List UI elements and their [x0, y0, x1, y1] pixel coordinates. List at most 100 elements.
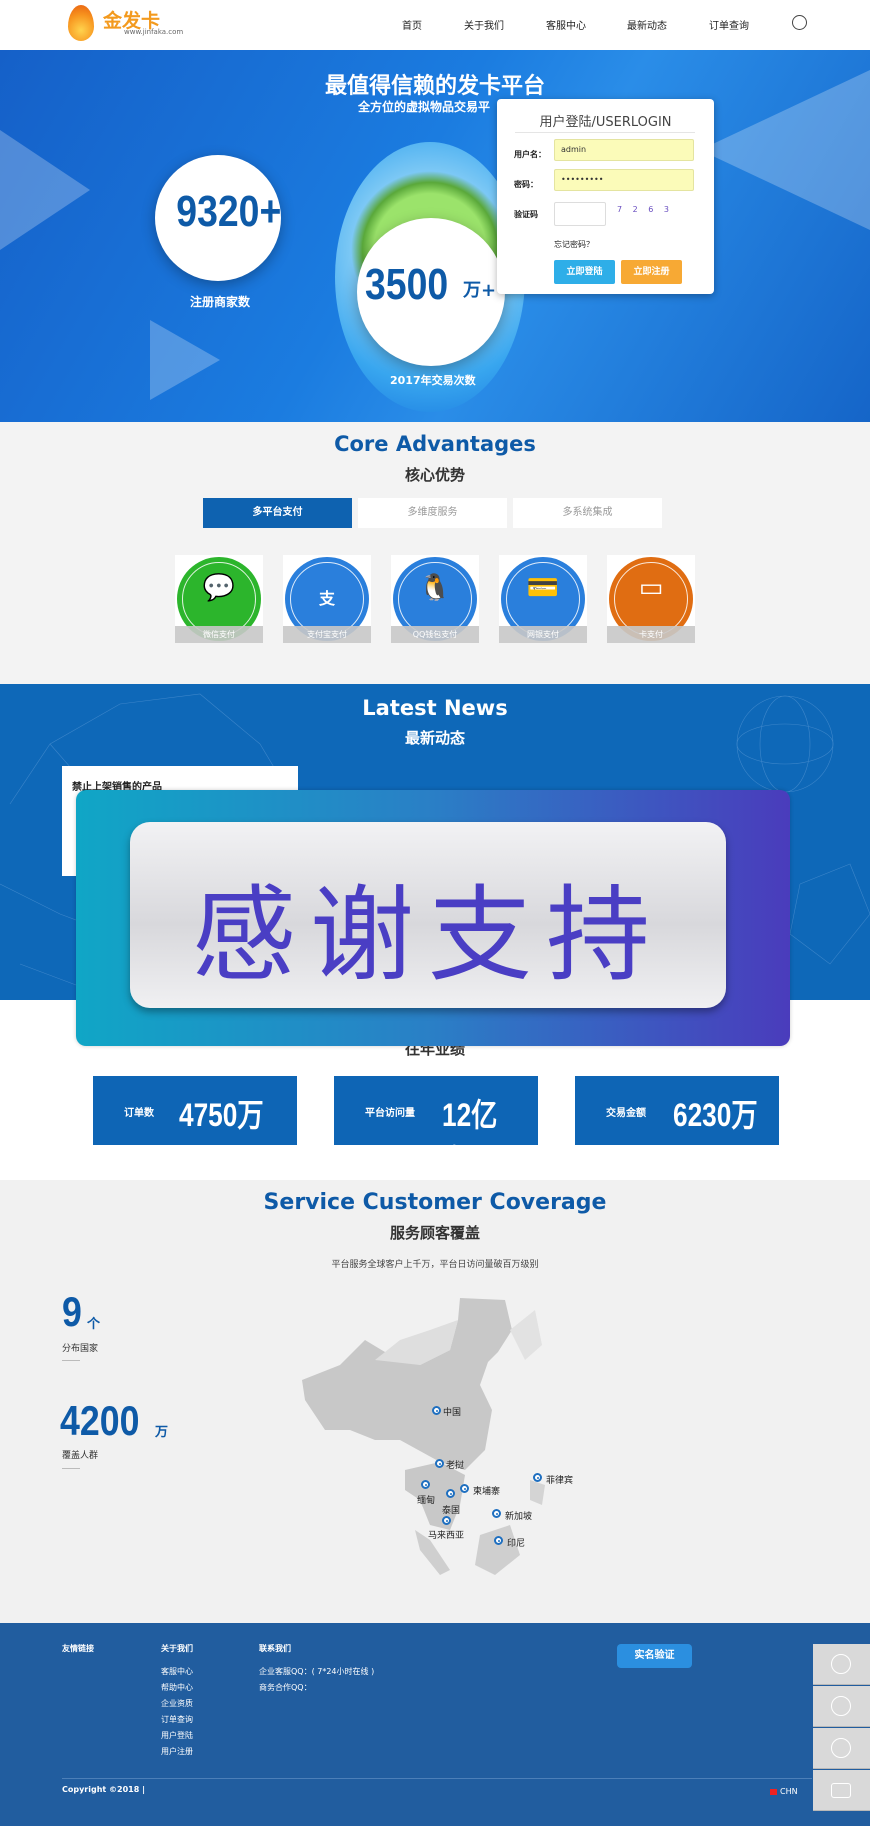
footer-link-help[interactable]: 帮助中心 [161, 1682, 193, 1693]
payment-label: 支付宝支付 [283, 626, 371, 643]
map-pin-icon[interactable] [442, 1516, 451, 1525]
payment-label: 微信支付 [175, 626, 263, 643]
stat-value: 12亿次 [442, 1097, 498, 1179]
language-switch[interactable]: CHN [780, 1787, 798, 1796]
password-input[interactable]: ••••••••• [554, 169, 694, 191]
login-button[interactable]: 立即登陆 [554, 260, 615, 284]
login-panel: 用户登陆/USERLOGIN 用户名： admin 密码： ••••••••• … [497, 99, 714, 294]
footer-link-order-query[interactable]: 订单查询 [161, 1714, 193, 1725]
tab-multi-platform-payment[interactable]: 多平台支付 [203, 498, 352, 528]
china-flag-icon [770, 1789, 777, 1795]
side-mail-button[interactable] [813, 1770, 870, 1811]
nav-home[interactable]: 首页 [402, 17, 422, 32]
stat-orders: 订单数 4750万 [93, 1076, 297, 1145]
stat-value: 4750万 [179, 1097, 264, 1133]
place-laos: 老挝 [446, 1461, 465, 1471]
stat-label: 交易金额 [606, 1108, 646, 1119]
logo-url: www.jinfaka.com [124, 28, 184, 36]
map-pin-icon[interactable] [421, 1480, 430, 1489]
countries-label: 分布国家 [62, 1344, 99, 1354]
payment-bank[interactable]: 💳 网银支付 [499, 555, 587, 643]
stat-label: 平台访问量 [365, 1108, 415, 1119]
map-pin-icon[interactable] [435, 1459, 444, 1468]
side-qq-button[interactable] [813, 1644, 870, 1685]
decor-triangle [150, 320, 220, 400]
merchants-label: 注册商家数 [190, 295, 251, 309]
footer-link-qualification[interactable]: 企业资质 [161, 1698, 193, 1709]
payment-card[interactable]: ▭ 卡支付 [607, 555, 695, 643]
section-title-en: Service Customer Coverage [263, 1190, 607, 1215]
place-singapore: 新加坡 [505, 1512, 533, 1522]
footer-link-login[interactable]: 用户登陆 [161, 1730, 193, 1741]
place-china: 中国 [443, 1408, 462, 1418]
qq-icon: 🐧 [418, 573, 452, 603]
weibo-icon [831, 1738, 851, 1758]
footer-links-title: 友情链接 [62, 1644, 94, 1653]
tab-multi-dimension-service[interactable]: 多维度服务 [358, 498, 507, 528]
captcha-image[interactable]: 7 2 6 3 [617, 205, 673, 214]
decor-triangle [0, 130, 90, 250]
map-pin-icon[interactable] [492, 1509, 501, 1518]
footer-link-service[interactable]: 客服中心 [161, 1666, 193, 1677]
section-title-en: Latest News [362, 696, 508, 720]
captcha-input[interactable] [554, 202, 606, 226]
map-pin-icon[interactable] [432, 1406, 441, 1415]
tab-multi-system-integration[interactable]: 多系统集成 [513, 498, 662, 528]
trades-value: 3500 [365, 260, 449, 309]
hero-banner: 最值得信赖的发卡平台 全方位的虚拟物品交易平 9320+ 注册商家数 3500 … [0, 50, 870, 422]
coverage-description: 平台服务全球客户上千万，平台日访问量破百万级别 [331, 1260, 539, 1270]
contact-service-qq[interactable]: 企业客服QQ：( 7*24小时在线 ) [259, 1666, 374, 1677]
nav-about[interactable]: 关于我们 [464, 17, 504, 32]
footer: 友情链接 关于我们 客服中心 帮助中心 企业资质 订单查询 用户登陆 用户注册 … [0, 1623, 870, 1826]
register-button[interactable]: 立即注册 [621, 260, 682, 284]
asia-map [302, 1298, 545, 1575]
nav-news[interactable]: 最新动态 [627, 17, 667, 32]
footer-link-register[interactable]: 用户注册 [161, 1746, 193, 1757]
footer-about-title: 关于我们 [161, 1644, 193, 1653]
verified-badge[interactable]: 实名验证 [617, 1644, 692, 1668]
thanks-overlay-image: 感谢支持 [76, 790, 790, 1046]
username-input[interactable]: admin [554, 139, 694, 161]
trades-circle: 3500 万+ [357, 218, 505, 366]
nav-service[interactable]: 客服中心 [546, 17, 586, 32]
place-malaysia: 马来西亚 [428, 1531, 465, 1541]
header: 金发卡 www.jinfaka.com 首页 关于我们 客服中心 最新动态 订单… [0, 0, 870, 50]
map-pin-icon[interactable] [533, 1473, 542, 1482]
search-icon[interactable] [792, 15, 807, 30]
bank-card-icon: 💳 [526, 573, 560, 603]
divider [62, 1778, 812, 1779]
map-pin-icon[interactable] [460, 1484, 469, 1493]
place-thailand: 泰国 [442, 1506, 461, 1516]
login-title: 用户登陆/USERLOGIN [539, 115, 672, 130]
username-label: 用户名： [514, 150, 546, 159]
nav-order-query[interactable]: 订单查询 [709, 17, 749, 32]
payment-qq-wallet[interactable]: 🐧 QQ钱包支付 [391, 555, 479, 643]
payment-label: QQ钱包支付 [391, 626, 479, 643]
divider [62, 1468, 80, 1469]
captcha-label: 验证码 [514, 210, 538, 219]
contact-business-qq: 商务合作QQ： [259, 1683, 312, 1692]
map-pin-icon[interactable] [446, 1489, 455, 1498]
hero-subtitle: 全方位的虚拟物品交易平 [358, 100, 491, 114]
side-weibo-button[interactable] [813, 1728, 870, 1769]
side-wechat-button[interactable] [813, 1686, 870, 1727]
password-label: 密码： [514, 180, 538, 189]
section-title-cn: 服务顾客覆盖 [389, 1224, 480, 1242]
merchants-circle: 9320+ [155, 155, 281, 281]
payment-label: 网银支付 [499, 626, 587, 643]
logo-flame-icon[interactable] [68, 5, 94, 41]
section-title-cn: 核心优势 [404, 466, 465, 484]
trades-unit: 万+ [463, 280, 497, 301]
thanks-plate: 感谢支持 [130, 822, 726, 1008]
wechat-icon: 💬 [202, 573, 236, 603]
stat-visits: 平台访问量 12亿次 [334, 1076, 538, 1179]
map-pin-icon[interactable] [494, 1536, 503, 1545]
payment-wechat[interactable]: 💬 微信支付 [175, 555, 263, 643]
payment-alipay[interactable]: 支 支付宝支付 [283, 555, 371, 643]
forgot-password-link[interactable]: 忘记密码？ [554, 239, 594, 250]
map-china [302, 1298, 512, 1470]
alipay-icon: 支 [318, 589, 335, 608]
divider [515, 132, 695, 133]
footer-contact-title: 联系我们 [259, 1644, 291, 1653]
place-myanmar: 缅甸 [417, 1496, 436, 1506]
